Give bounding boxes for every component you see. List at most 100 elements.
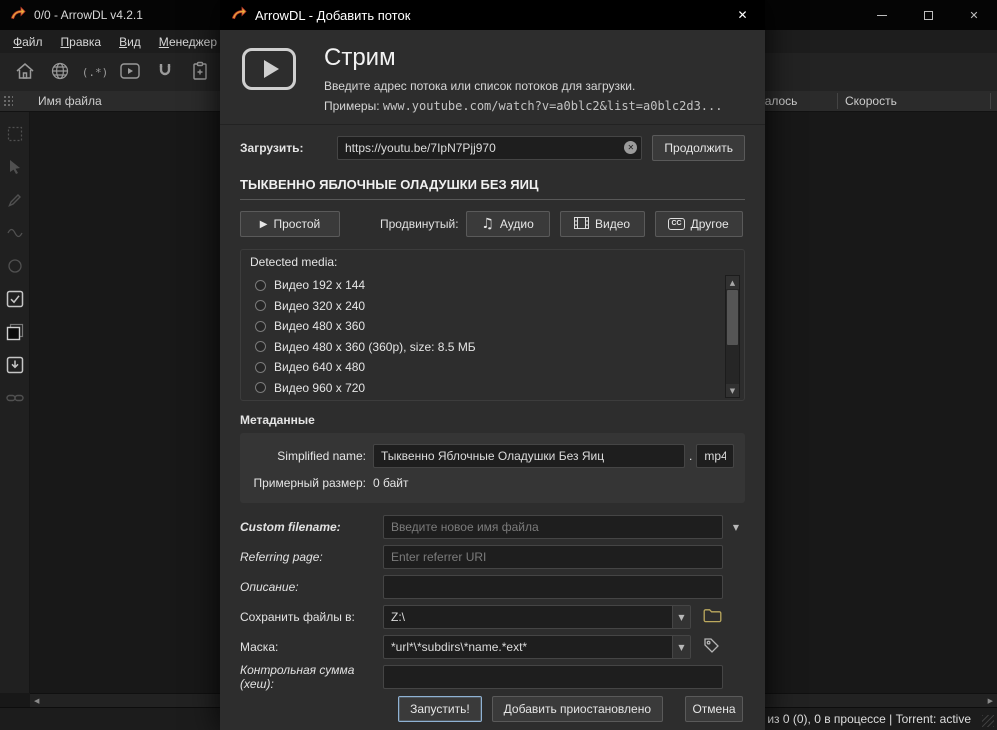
- browse-folder-button[interactable]: [703, 608, 722, 626]
- scroll-up-icon[interactable]: ▲: [726, 276, 739, 289]
- mask-value: *url*\*subdirs\*name.*ext*: [384, 636, 672, 658]
- save-to-label: Сохранить файлы в:: [240, 610, 383, 624]
- stream-url-input[interactable]: [337, 136, 642, 160]
- left-toolbar: [0, 112, 30, 693]
- rail-button-check[interactable]: [5, 289, 25, 309]
- radio-button[interactable]: [255, 300, 266, 311]
- rail-icon-pointer[interactable]: [5, 157, 25, 177]
- detected-media-group: Detected media: Видео 192 x 144 Видео 32…: [240, 249, 745, 401]
- rail-icon-edit[interactable]: [5, 190, 25, 210]
- radio-button[interactable]: [255, 321, 266, 332]
- referring-page-input[interactable]: [383, 545, 723, 569]
- toolbar-button-regex[interactable]: (.*): [82, 58, 108, 86]
- dialog-header: Стрим Введите адрес потока или список по…: [220, 30, 765, 125]
- add-paused-button[interactable]: Добавить приостановлено: [492, 696, 663, 722]
- dialog-close-button[interactable]: ✕: [720, 0, 765, 30]
- simple-mode-button[interactable]: ▶ Простой: [240, 211, 340, 237]
- continue-button[interactable]: Продолжить: [652, 135, 745, 161]
- column-header-name[interactable]: Имя файла: [38, 94, 102, 108]
- column-header-speed[interactable]: Скорость: [845, 94, 897, 108]
- examples-url: www.youtube.com/watch?v=a0blc2&list=a0bl…: [383, 99, 723, 113]
- media-option[interactable]: Видео 960 x 720: [255, 378, 725, 399]
- menu-item-manager[interactable]: Менеджер: [150, 32, 226, 52]
- advanced-label: Продвинутый:: [380, 217, 459, 231]
- simple-mode-label: Простой: [273, 217, 320, 231]
- media-option-label: Видео 480 x 360 (360p), size: 8.5 МБ: [274, 340, 476, 354]
- dialog-buttons: Запустить! Добавить приостановлено Отмен…: [220, 696, 743, 722]
- cancel-button[interactable]: Отмена: [685, 696, 743, 722]
- rail-button-download[interactable]: [5, 355, 25, 375]
- media-option[interactable]: Видео 480 x 360: [255, 316, 725, 337]
- screen: 0/0 - ArrowDL v4.2.1 ✕ Файл Правка Вид М…: [0, 0, 997, 730]
- main-window-title: 0/0 - ArrowDL v4.2.1: [34, 8, 143, 22]
- media-option[interactable]: Видео 640 x 480: [255, 357, 725, 378]
- rail-button-batch[interactable]: [5, 322, 25, 342]
- simplified-name-input[interactable]: [373, 444, 685, 468]
- download-row: Загрузить: ✕ Продолжить: [240, 135, 745, 161]
- rail-icon-wave[interactable]: [5, 223, 25, 243]
- media-option-label: Видео 640 x 480: [274, 360, 365, 374]
- column-divider[interactable]: [837, 93, 838, 109]
- checksum-input[interactable]: [383, 665, 723, 689]
- toolbar-button-video[interactable]: [117, 58, 143, 86]
- radio-button[interactable]: [255, 382, 266, 393]
- scroll-left-icon[interactable]: ◀: [34, 697, 39, 705]
- column-divider[interactable]: [990, 93, 991, 109]
- custom-filename-input[interactable]: [383, 515, 723, 539]
- detected-media-label: Detected media:: [250, 255, 740, 270]
- audio-mode-button[interactable]: ♫ Аудио: [466, 211, 550, 237]
- options-form: Custom filename: ▼ Referring page: Описа…: [240, 515, 745, 689]
- scrollbar-thumb[interactable]: [727, 290, 738, 345]
- media-option[interactable]: Видео 320 x 240: [255, 296, 725, 317]
- other-mode-button[interactable]: CC Другое: [655, 211, 743, 237]
- start-button[interactable]: Запустить!: [398, 696, 482, 722]
- media-option[interactable]: Видео 192 x 144: [255, 275, 725, 296]
- maximize-button[interactable]: [905, 0, 951, 30]
- close-button[interactable]: ✕: [951, 0, 997, 30]
- stream-examples: Примеры: www.youtube.com/watch?v=a0blc2&…: [324, 99, 722, 114]
- radio-button[interactable]: [255, 341, 266, 352]
- rail-icon-shape[interactable]: [5, 256, 25, 276]
- minimize-button[interactable]: [859, 0, 905, 30]
- stream-play-icon: [242, 48, 296, 90]
- media-option-label: Видео 960 x 720: [274, 381, 365, 395]
- toolbar-button-website[interactable]: [47, 58, 73, 86]
- clipboard-add-icon: [191, 61, 209, 84]
- toolbar-button-torrent[interactable]: [152, 58, 178, 86]
- mask-tag-button[interactable]: [703, 637, 720, 657]
- video-mode-button[interactable]: Видео: [560, 211, 645, 237]
- media-option[interactable]: Видео 480 x 360 (360p), size: 8.5 МБ: [255, 337, 725, 358]
- close-icon: ✕: [737, 8, 747, 22]
- rail-icon-select[interactable]: [5, 124, 25, 144]
- chevron-down-icon[interactable]: ▼: [672, 636, 690, 658]
- close-icon: ✕: [969, 9, 978, 22]
- audio-mode-label: Аудио: [500, 217, 534, 231]
- save-to-combobox[interactable]: Z:\ ▼: [383, 605, 691, 629]
- radio-button[interactable]: [255, 362, 266, 373]
- toolbar-button-home[interactable]: [12, 58, 38, 86]
- description-input[interactable]: [383, 575, 723, 599]
- radio-button[interactable]: [255, 280, 266, 291]
- header-grip[interactable]: [3, 95, 13, 108]
- resize-grip[interactable]: [982, 715, 994, 727]
- toolbar-button-clipboard[interactable]: [187, 58, 213, 86]
- chevron-down-icon[interactable]: ▼: [727, 523, 745, 532]
- home-icon: [15, 62, 35, 83]
- globe-icon: [50, 61, 70, 84]
- mask-combobox[interactable]: *url*\*subdirs\*name.*ext* ▼: [383, 635, 691, 659]
- chevron-down-icon[interactable]: ▼: [672, 606, 690, 628]
- metadata-panel: Simplified name: . Примерный размер: 0 б…: [240, 433, 745, 503]
- menu-item-view[interactable]: Вид: [110, 32, 150, 52]
- rail-icon-link[interactable]: [5, 388, 25, 408]
- scroll-down-icon[interactable]: ▼: [726, 384, 739, 397]
- detected-scrollbar[interactable]: ▲ ▼: [725, 275, 740, 398]
- examples-label: Примеры:: [324, 99, 380, 113]
- media-list: Видео 192 x 144 Видео 320 x 240 Видео 48…: [241, 275, 725, 398]
- menu-item-edit[interactable]: Правка: [52, 32, 111, 52]
- app-logo-icon: [10, 6, 26, 25]
- scroll-right-icon[interactable]: ▶: [988, 697, 993, 705]
- menu-item-file[interactable]: Файл: [4, 32, 52, 52]
- dialog-title: ArrowDL - Добавить поток: [255, 8, 410, 23]
- scrollbar-track[interactable]: [726, 289, 739, 384]
- extension-input[interactable]: [696, 444, 734, 468]
